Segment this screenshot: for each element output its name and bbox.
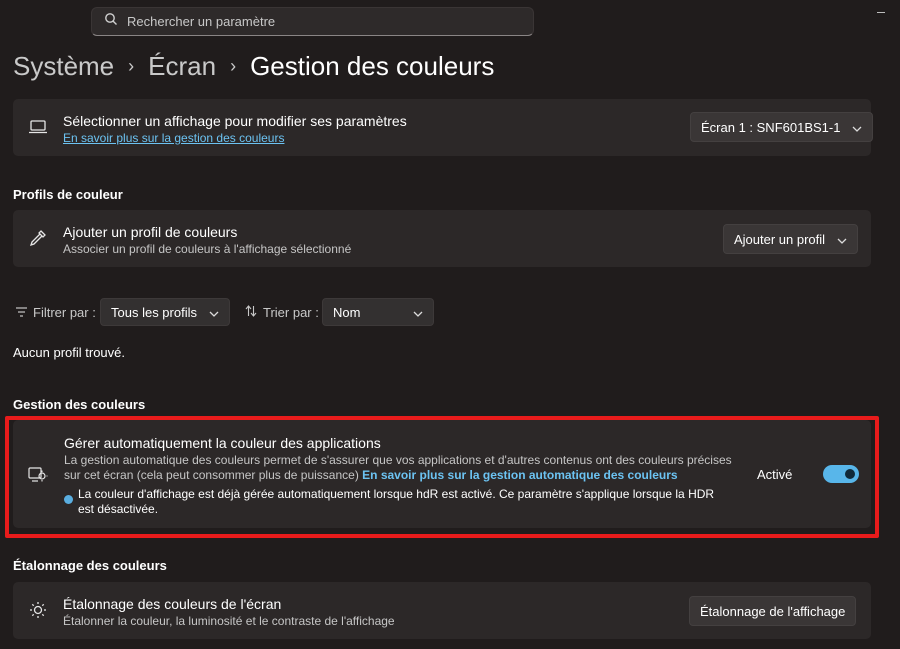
profiles-heading: Profils de couleur: [13, 187, 123, 202]
chevron-down-icon: [852, 120, 862, 135]
display-dropdown[interactable]: Écran 1 : SNF601BS1-1: [690, 112, 874, 142]
sort-dropdown-value: Nom: [333, 304, 361, 320]
color-management-link[interactable]: En savoir plus sur la gestion des couleu…: [63, 131, 284, 145]
add-profile-title: Ajouter un profil de couleurs: [63, 224, 238, 240]
add-profile-subtitle: Associer un profil de couleurs à l'affic…: [63, 242, 352, 256]
filter-dropdown[interactable]: Tous les profils: [100, 298, 230, 326]
chevron-down-icon: [413, 305, 423, 320]
display-select-card: Sélectionner un affichage pour modifier …: [13, 99, 874, 156]
add-profile-button-label: Ajouter un profil: [734, 231, 826, 247]
filter-label: Filtrer par :: [16, 305, 96, 320]
add-profile-button[interactable]: Ajouter un profil: [723, 224, 859, 254]
sort-label: Trier par :: [245, 305, 319, 320]
display-dropdown-value: Écran 1 : SNF601BS1-1: [701, 119, 841, 135]
filter-label-text: Filtrer par :: [33, 305, 96, 320]
display-select-title: Sélectionner un affichage pour modifier …: [63, 113, 407, 129]
calibration-title: Étalonnage des couleurs de l'écran: [63, 596, 282, 612]
sort-dropdown[interactable]: Nom: [322, 298, 434, 326]
management-heading: Gestion des couleurs: [13, 397, 146, 412]
calibration-heading: Étalonnage des couleurs: [13, 558, 167, 573]
breadcrumb: Système › Écran › Gestion des couleurs: [13, 50, 494, 82]
breadcrumb-display[interactable]: Écran: [148, 51, 216, 82]
calibration-subtitle: Étalonner la couleur, la luminosité et l…: [63, 614, 395, 628]
chevron-down-icon: [209, 305, 219, 320]
breadcrumb-system[interactable]: Système: [13, 51, 114, 82]
calibrate-display-button[interactable]: Étalonnage de l'affichage: [689, 596, 857, 626]
empty-profiles-message: Aucun profil trouvé.: [13, 345, 126, 360]
sort-icon: [245, 305, 257, 320]
chevron-right-icon: ›: [128, 55, 135, 76]
eyedropper-icon: [27, 227, 49, 249]
highlight-frame: [5, 416, 879, 538]
filter-icon: [16, 305, 27, 320]
brightness-icon: [27, 599, 49, 621]
calibration-card: Étalonnage des couleurs de l'écran Étalo…: [13, 582, 871, 639]
chevron-right-icon: ›: [230, 55, 237, 76]
search-icon: [104, 12, 118, 31]
page-title: Gestion des couleurs: [250, 50, 495, 81]
minimize-icon[interactable]: [877, 12, 885, 13]
calibrate-display-button-label: Étalonnage de l'affichage: [700, 603, 846, 619]
laptop-icon: [27, 116, 49, 138]
filter-dropdown-value: Tous les profils: [111, 304, 197, 320]
search-input[interactable]: Rechercher un paramètre: [91, 7, 534, 36]
search-placeholder: Rechercher un paramètre: [127, 14, 276, 29]
add-profile-card: Ajouter un profil de couleurs Associer u…: [13, 210, 871, 267]
chevron-down-icon: [837, 232, 847, 247]
sort-label-text: Trier par :: [263, 305, 319, 320]
